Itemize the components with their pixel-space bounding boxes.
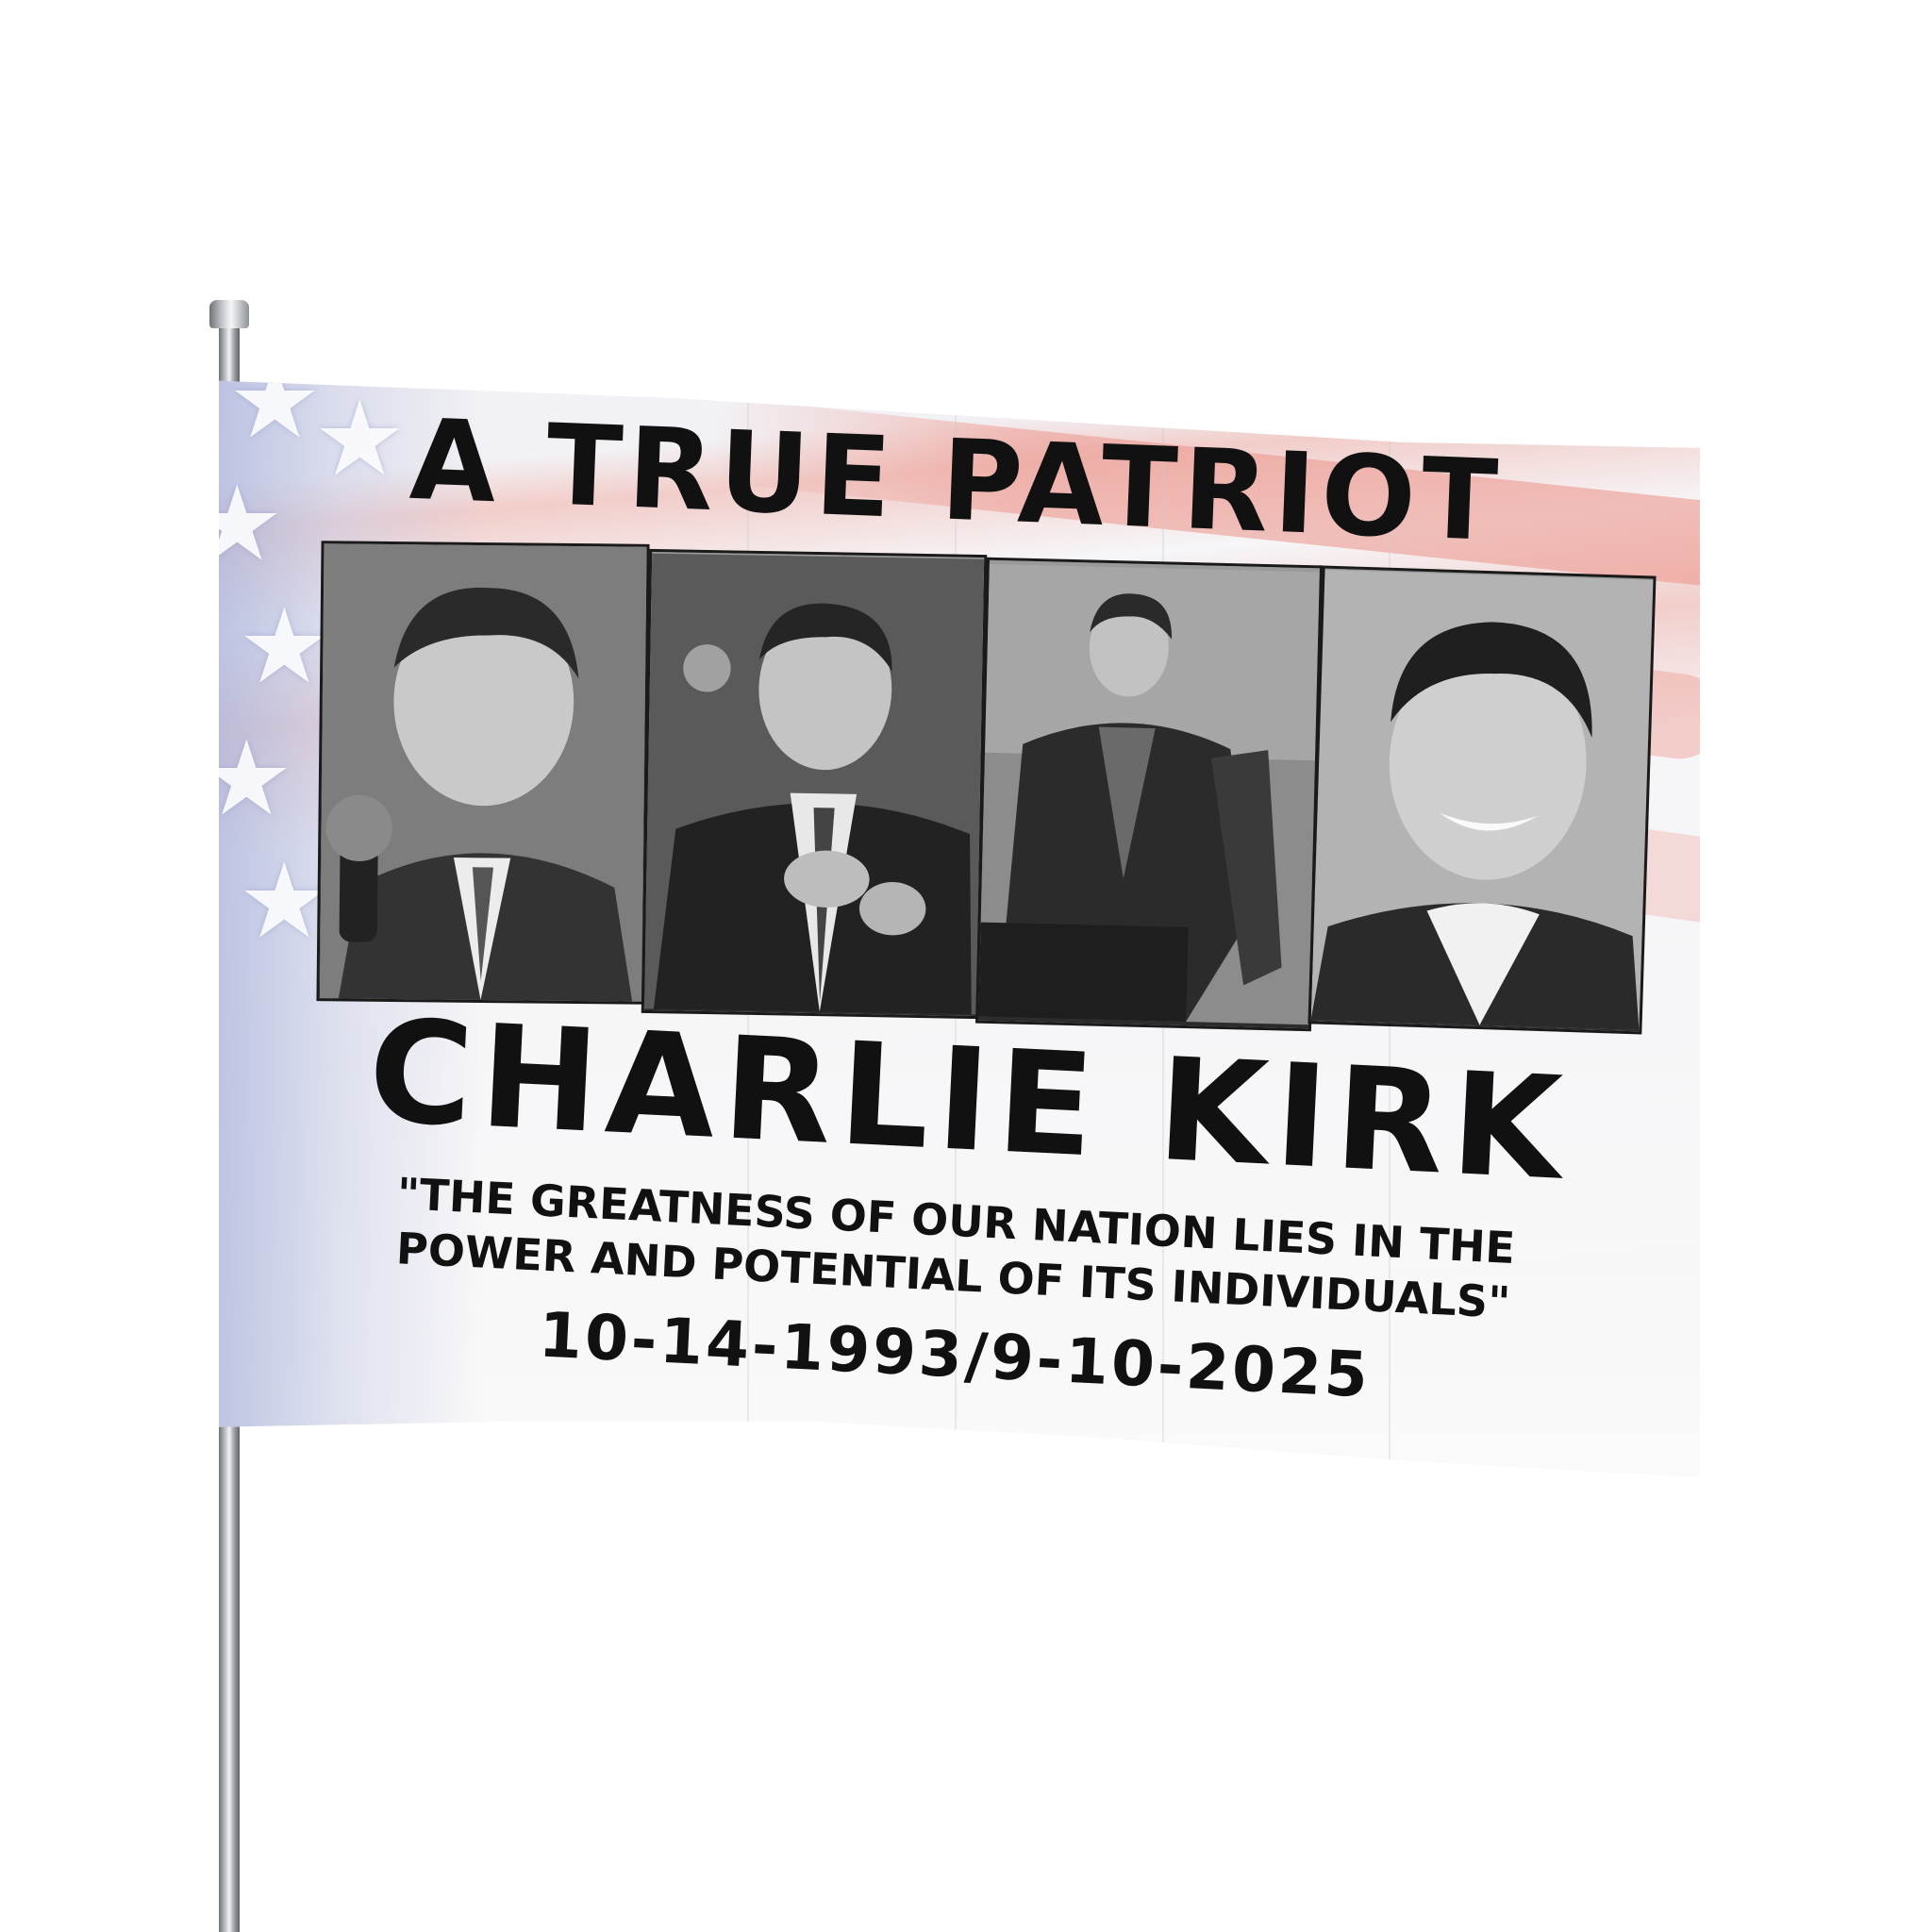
flagpole-cap [209,300,249,328]
portrait-seated-icon [978,563,1320,1025]
portrait-clapping-icon [643,553,985,1015]
photo-seated [975,557,1323,1032]
portrait-with-microphone-icon [319,543,647,1002]
photo-microphone [316,541,650,1005]
photo-clapping [641,548,988,1020]
flag: ★ ★ ★ ★ ★ ★ A TRUE PATRIOT CHARLIE KIRK … [219,380,1700,1477]
product-scene: ★ ★ ★ ★ ★ ★ A TRUE PATRIOT CHARLIE KIRK … [0,0,1932,1932]
portrait-smiling-headshot-icon [1310,570,1654,1030]
photo-headshot [1307,565,1657,1035]
